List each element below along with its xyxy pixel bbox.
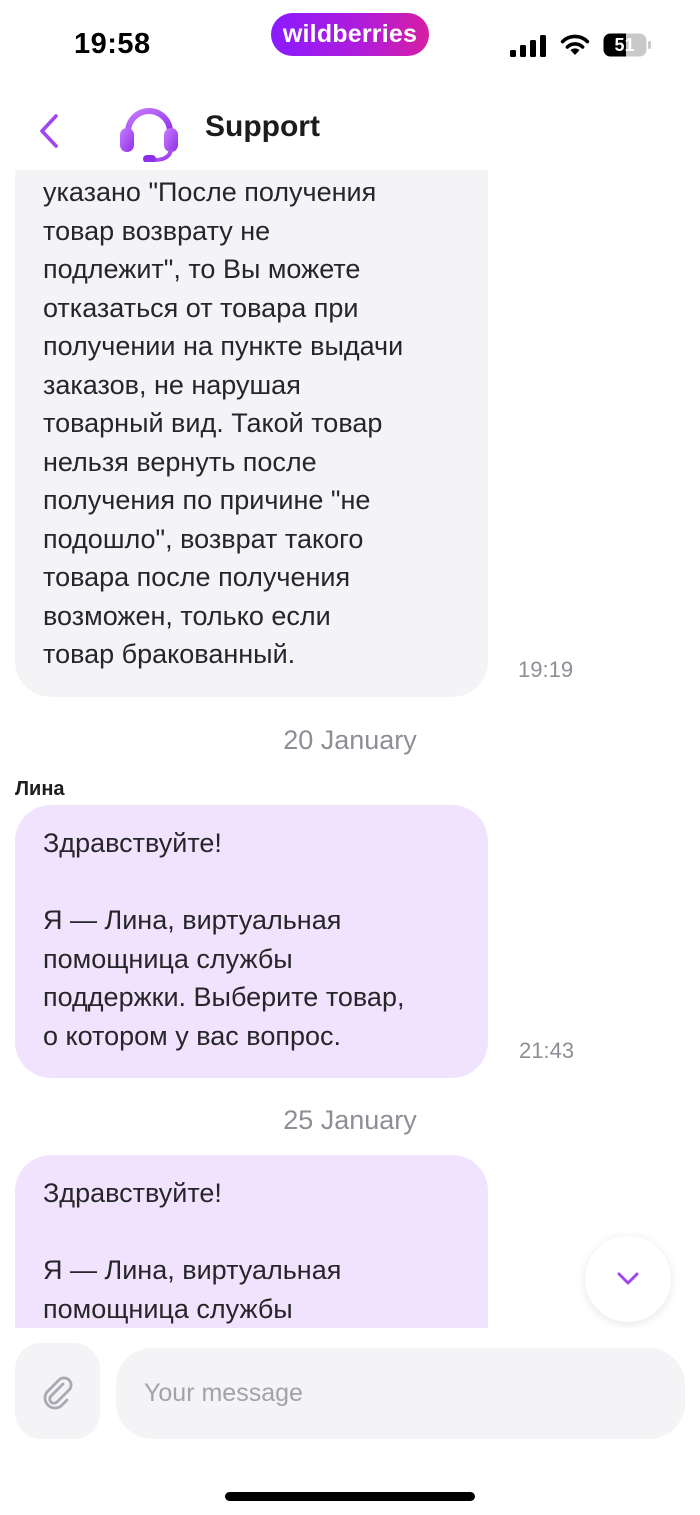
message-text: указано "После получения товар возврату …: [43, 177, 404, 669]
bot-message-bubble: Здравствуйте! Я — Лина, виртуальная помо…: [15, 805, 488, 1078]
paperclip-icon: [43, 1376, 73, 1410]
wifi-icon: [560, 34, 590, 55]
chevron-left-icon: [40, 114, 58, 148]
message-time: 21:43: [519, 1038, 575, 1063]
message-time: 19:19: [518, 657, 574, 682]
battery-level: 51: [614, 35, 635, 55]
sender-name: Лина: [15, 778, 65, 800]
message-composer: [0, 1328, 700, 1515]
brand-badge[interactable]: wildberries: [271, 13, 429, 56]
message-text: Здравствуйте! Я — Лина, виртуальная помо…: [43, 828, 405, 1051]
message-input[interactable]: [116, 1348, 685, 1439]
chat-header: Support: [0, 90, 700, 170]
status-bar: 19:58 wildberries 51: [0, 0, 700, 90]
date-separator: 25 January: [283, 1105, 417, 1135]
message-text: Здравствуйте! Я — Лина, виртуальная помо…: [43, 1178, 342, 1324]
signal-icon: [510, 35, 546, 57]
chat-title: Support: [205, 110, 320, 143]
status-time: 19:58: [74, 28, 151, 60]
attach-button[interactable]: [15, 1343, 100, 1439]
chevron-down-icon: [617, 1272, 639, 1285]
home-indicator: [225, 1492, 475, 1501]
scroll-to-bottom-button[interactable]: [585, 1236, 671, 1322]
headset-icon: [120, 108, 178, 162]
incoming-message-bubble: указано "После получения товар возврату …: [15, 170, 488, 697]
message-list[interactable]: указано "После получения товар возврату …: [0, 170, 700, 1328]
back-button[interactable]: [30, 110, 70, 152]
date-separator: 20 January: [283, 725, 417, 755]
bot-message-bubble: Здравствуйте! Я — Лина, виртуальная помо…: [15, 1155, 488, 1328]
